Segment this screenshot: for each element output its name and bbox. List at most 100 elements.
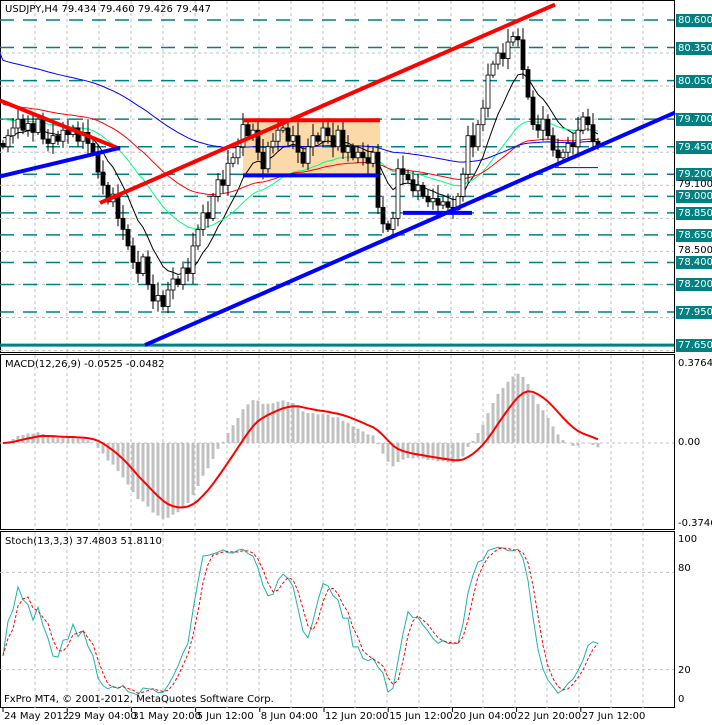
bear-candle — [0, 143, 6, 148]
bull-candle — [25, 123, 31, 131]
bull-candle — [200, 212, 206, 230]
bear-candle — [285, 127, 291, 142]
bull-candle — [35, 118, 41, 133]
bear-candle — [30, 123, 36, 133]
macd-histogram-bar — [531, 394, 535, 443]
bull-candle — [355, 151, 361, 159]
macd-histogram-bar — [151, 443, 155, 513]
bull-candle — [485, 74, 491, 109]
macd-min: -0.3746 — [678, 518, 712, 529]
bear-candle — [330, 135, 336, 148]
bear-candle — [220, 179, 226, 186]
macd-histogram-bar — [356, 428, 360, 443]
macd-histogram-bar — [381, 443, 385, 454]
time-axis-label: 15 Jun 12:00 — [389, 711, 453, 722]
macd-histogram-bar — [366, 434, 370, 443]
bear-candle — [175, 278, 181, 285]
macd-histogram-bar — [396, 443, 400, 463]
bear-candle — [545, 118, 551, 137]
macd-histogram-bar — [266, 403, 270, 443]
bear-candle — [350, 146, 356, 159]
macd-histogram-bar — [231, 425, 235, 443]
time-axis-label: 24 May 2012 — [4, 711, 70, 722]
bear-candle — [260, 151, 266, 170]
bull-candle — [390, 217, 396, 230]
bull-candle — [460, 173, 466, 197]
bear-candle — [555, 149, 561, 159]
macd-histogram-bar — [321, 413, 325, 443]
bear-candle — [100, 171, 106, 186]
bull-candle — [280, 127, 286, 131]
time-axis-label: 22 Jun 20:00 — [517, 711, 582, 722]
time-axis-label: 31 May 20:00 — [132, 711, 201, 722]
macd-histogram-bar — [466, 443, 470, 447]
macd-histogram-bar — [346, 422, 350, 443]
bear-candle — [20, 118, 26, 131]
bear-candle — [120, 217, 126, 230]
bear-candle — [570, 143, 576, 148]
macd-histogram-bar — [516, 373, 520, 443]
time-axis-label: 29 May 04:00 — [68, 711, 137, 722]
bear-candle — [420, 184, 426, 197]
bull-candle — [395, 168, 401, 219]
bear-candle — [400, 168, 406, 175]
macd-histogram-bar — [556, 434, 560, 443]
bull-candle — [495, 52, 501, 65]
macd-histogram-bar — [551, 426, 555, 443]
macd-histogram-bar — [311, 413, 315, 443]
bear-candle — [340, 129, 346, 153]
macd-histogram-bar — [461, 443, 465, 457]
bull-candle — [320, 127, 326, 142]
bull-candle — [5, 135, 11, 148]
macd-label: MACD(12,26,9) -0.0525 -0.0482 — [5, 359, 165, 370]
macd-histogram-bar — [351, 426, 355, 443]
bull-candle — [335, 129, 341, 148]
stoch-label: Stoch(13,3,3) 37.4803 51.8110 — [5, 536, 162, 547]
bear-candle — [425, 195, 431, 203]
bull-candle — [565, 143, 571, 153]
macd-histogram-bar — [361, 431, 365, 443]
macd-histogram-bar — [526, 384, 530, 443]
bull-candle — [265, 146, 271, 170]
bull-candle — [580, 116, 586, 131]
macd-histogram-bar — [296, 406, 300, 443]
macd-histogram-bar — [86, 440, 90, 443]
macd-histogram-bar — [471, 440, 475, 443]
bear-candle — [325, 127, 331, 137]
macd-histogram-bar — [331, 417, 335, 443]
bull-candle — [275, 129, 281, 142]
macd-histogram-bar — [226, 432, 230, 443]
bull-candle — [195, 228, 201, 247]
macd-histogram-bar — [591, 443, 595, 445]
bull-candle — [235, 146, 241, 159]
bear-candle — [525, 69, 531, 98]
bull-candle — [575, 129, 581, 148]
bull-candle — [415, 184, 421, 192]
macd-histogram-bar — [166, 443, 170, 518]
macd-histogram-bar — [261, 403, 265, 443]
bull-candle — [490, 63, 496, 76]
symbol-info: USDJPY,H4 79.434 79.460 79.426 79.447 — [5, 4, 211, 15]
bear-candle — [40, 118, 46, 140]
macd-histogram-bar — [301, 411, 305, 443]
macd-signal-line — [2, 390, 599, 509]
bull-candle — [465, 135, 471, 175]
bear-candle — [145, 256, 151, 285]
macd-histogram-bar — [51, 436, 55, 443]
macd-zero: 0.00 — [678, 437, 701, 448]
bear-candle — [500, 52, 506, 59]
macd-histogram-bar — [81, 438, 85, 443]
stoch-level-20: 20 — [678, 665, 691, 676]
macd-histogram-bar — [371, 435, 375, 443]
bear-candle — [55, 135, 61, 142]
macd-histogram-bar — [276, 401, 280, 443]
bear-candle — [365, 157, 371, 164]
macd-histogram-bar — [521, 376, 525, 443]
bull-candle — [270, 140, 276, 148]
bear-candle — [385, 223, 391, 230]
macd-histogram-bar — [156, 443, 160, 516]
macd-histogram-bar — [341, 420, 345, 443]
price-level-label: 79.450 — [676, 140, 712, 154]
bull-candle — [370, 151, 376, 164]
macd-histogram-bar — [236, 417, 240, 443]
